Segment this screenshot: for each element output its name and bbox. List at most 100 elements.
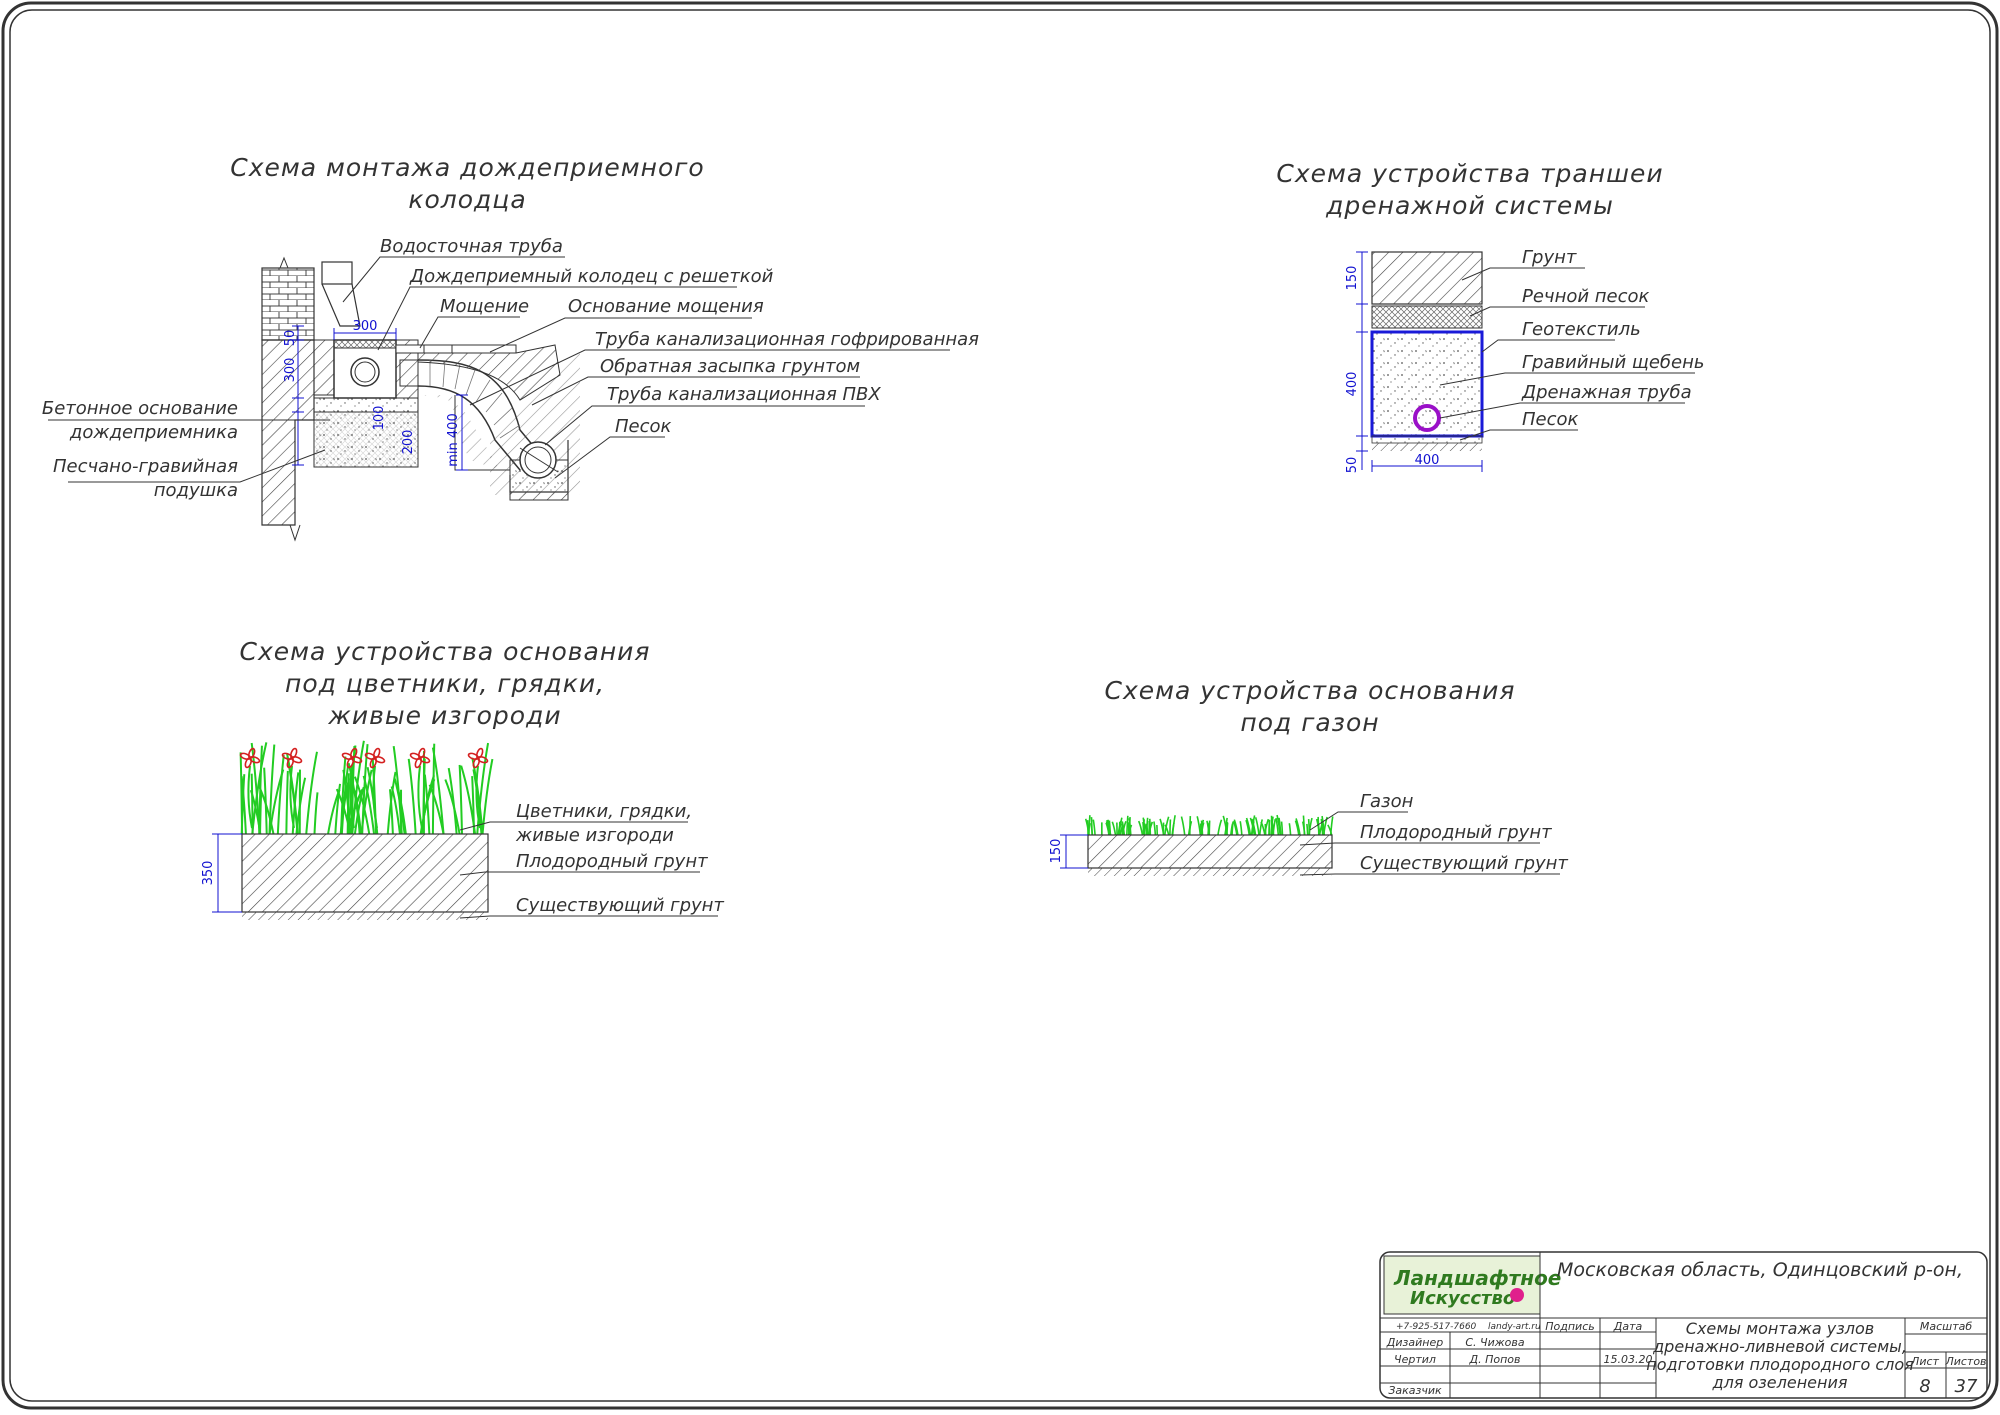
dim-well-100: 100 [372,406,387,431]
lawn-blade [1240,821,1242,835]
dim-trench-400: 400 [1345,372,1360,397]
beds-fertile-layer [242,834,488,912]
drawing-sheet: 300 50 300 100 200 min 400 Водосточная т… [0,0,2000,1411]
tb-scale-label: Масштаб [1920,1320,1972,1333]
dim-trench-50: 50 [1345,457,1360,474]
lawn-blade [1154,821,1155,835]
label-well-grate: Дождеприемный колодец с решеткой [409,266,774,287]
beds-plants [241,741,493,834]
grass-blade [314,792,317,834]
lawn-blade [1139,821,1143,835]
lawn-blade [1289,823,1290,835]
title-well-line2: колодца [225,184,710,216]
tb-sign-header: Подпись [1545,1320,1594,1333]
tb-role-1: Чертил [1394,1353,1436,1366]
label-beds-fertile: Плодородный грунт [516,851,708,872]
title-trench: Схема устройства траншеи дренажной систе… [1220,158,1720,222]
brick-wall [262,268,314,340]
label-trench-river-sand: Речной песок [1522,286,1650,307]
lawn-blade [1232,822,1233,835]
title-lawn-line2: под газон [1060,707,1560,739]
title-lawn-line1: Схема устройства основания [1060,675,1560,707]
logo-dot [1510,1288,1524,1302]
paving [396,345,516,353]
title-block: Ландшафтное Искусство +7-925-517-7660 la… [1380,1252,1987,1398]
dim-trench-150: 150 [1345,266,1360,291]
tb-sheets-label: Листов [1944,1355,1986,1368]
logo-line2: Искусство [1410,1288,1515,1309]
label-paving: Мощение [440,296,529,317]
label-downpipe: Водосточная труба [380,236,563,257]
dim-well-300v: 300 [283,358,298,383]
title-well-line1: Схема монтажа дождеприемного [225,152,710,184]
tb-dwg-title-3: для озеленения [1712,1373,1848,1392]
label-trench-geotextile: Геотекстиль [1522,319,1641,340]
tb-role-0: Дизайнер [1386,1336,1443,1349]
grass-blade [460,765,462,834]
logo-line1: Ландшафтное [1393,1266,1561,1290]
lawn-blade [1143,819,1144,835]
beds-diagram: 350 Цветники, грядки, живые изгороди Пло… [201,741,724,920]
tb-name-1: Д. Попов [1469,1353,1521,1366]
lawn-blade [1181,817,1184,835]
trench-sand [1372,436,1482,443]
title-trench-line2: дренажной системы [1220,190,1720,222]
grass-blade [286,771,288,834]
dim-lawn-150: 150 [1049,839,1064,864]
lawn-blade [1089,815,1090,835]
label-lawn-existing: Существующий грунт [1360,853,1568,874]
beds-dimensions [212,834,242,912]
tb-sheet-no: 8 [1919,1376,1930,1397]
trench-gravel-geotextile [1372,332,1482,436]
concrete-base [314,398,418,412]
tb-dwg-title-0: Схемы монтажа узлов [1686,1319,1874,1338]
lawn-blade [1260,819,1263,835]
lawn-grass [1086,815,1333,835]
dim-well-300: 300 [353,319,378,334]
label-trench-sand: Песок [1522,409,1579,430]
title-well: Схема монтажа дождеприемного колодца [225,152,710,216]
lawn-blade [1282,822,1283,835]
lawn-blade [1170,819,1171,835]
label-cushion-2: подушка [154,480,238,501]
tb-dwg-title-1: дренажно-ливневой системы, [1652,1337,1907,1356]
label-sand: Песок [615,416,672,437]
label-trench-drain-pipe: Дренажная труба [1521,382,1692,403]
title-beds: Схема устройства основания под цветники,… [200,636,690,732]
dim-well-200: 200 [401,430,416,455]
title-lawn: Схема устройства основания под газон [1060,675,1560,739]
label-pvc-pipe: Труба канализационная ПВХ [607,384,881,405]
well-grate [334,340,396,348]
title-trench-line1: Схема устройства траншеи [1220,158,1720,190]
grass-blade [278,755,284,834]
flower-stem [418,766,422,828]
lawn-blade [1218,820,1222,835]
label-cushion-1: Песчано-гравийная [53,456,238,477]
dim-well-50: 50 [283,330,298,347]
lawn-blade [1173,815,1176,835]
tb-role-2: Заказчик [1388,1384,1442,1397]
tb-phone: +7-925-517-7660 [1396,1322,1477,1332]
dim-beds-350: 350 [201,861,216,886]
label-backfill: Обратная засыпка грунтом [600,356,860,377]
dim-trench-400w: 400 [1415,453,1440,468]
lawn-blade [1256,817,1259,835]
lawn-fertile-layer [1088,835,1332,868]
tb-date-1: 15.03.20 [1604,1353,1653,1366]
title-beds-line1: Схема устройства основания [200,636,690,668]
lawn-dimensions [1060,835,1088,868]
trench-river-sand [1372,306,1482,328]
label-concrete-2: дождеприемника [69,422,238,443]
grass-blade [241,752,242,834]
label-beds-existing: Существующий грунт [516,895,724,916]
lawn-blade [1112,822,1115,835]
label-beds-2: живые изгороди [515,825,674,846]
label-lawn-fertile: Плодородный грунт [1360,822,1552,843]
label-corrugated-pipe: Труба канализационная гофрированная [595,329,979,350]
label-trench-gravel: Гравийный щебень [1522,352,1704,373]
tb-name-0: С. Чижова [1465,1336,1524,1349]
trench-diagram: 150 400 50 400 Грунт Речной песок Геотек… [1345,247,1704,473]
title-beds-line3: живые изгороди [200,700,690,732]
lawn-blade [1202,821,1203,835]
lawn-blade [1307,824,1308,835]
